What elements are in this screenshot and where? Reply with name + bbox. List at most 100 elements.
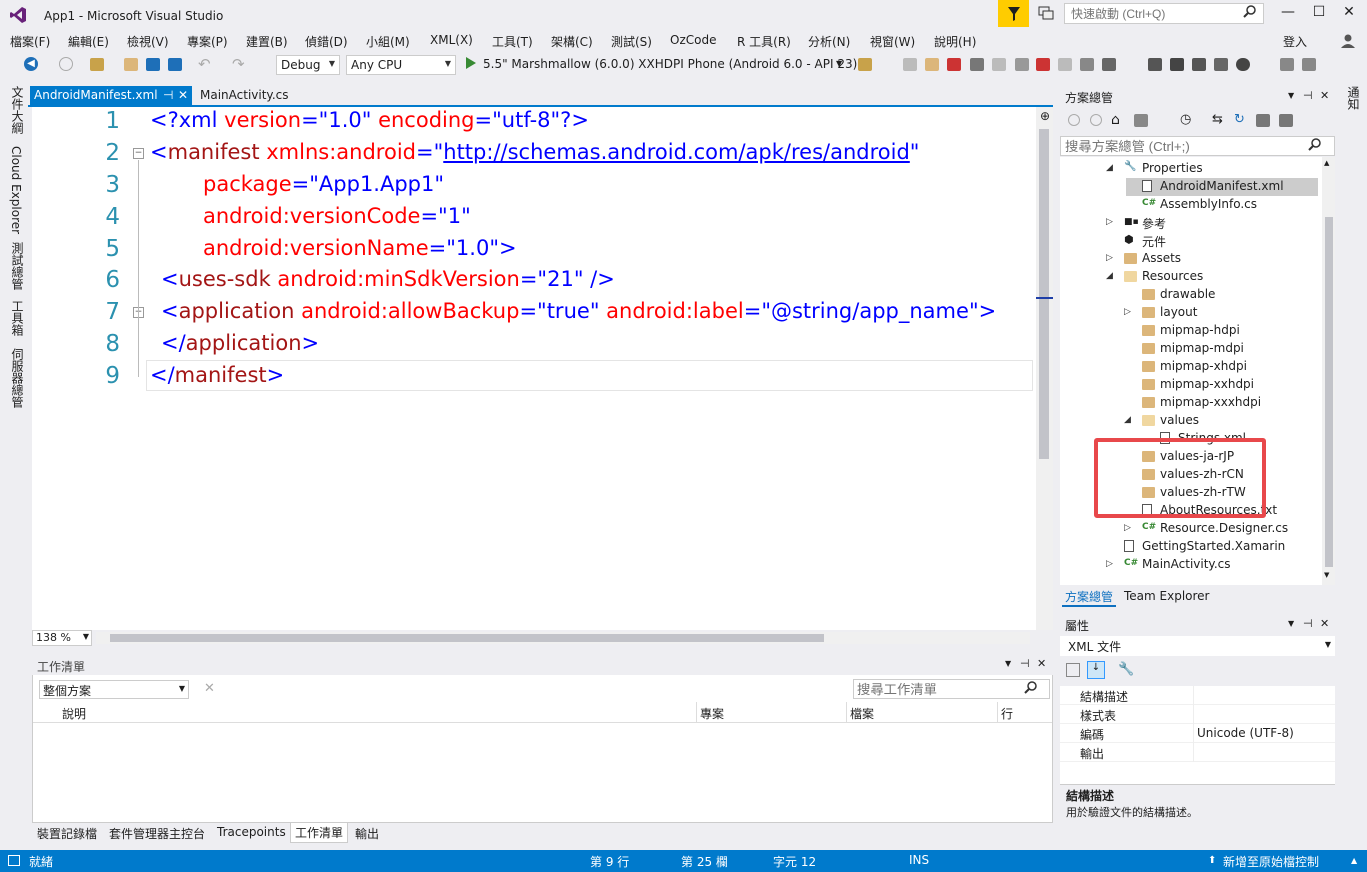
tree-node[interactable]: mipmap-xhdpi [1060,358,1318,376]
save-icon[interactable] [146,58,160,71]
menu-architecture[interactable]: 架構(C) [551,33,593,50]
menu-project[interactable]: 專案(P) [187,33,228,50]
menu-tools[interactable]: 工具(T) [492,33,533,50]
search-icon[interactable] [1024,681,1038,698]
arrow-up-icon[interactable]: ⬆ [1208,855,1216,866]
column-project[interactable]: 專案 [700,705,724,722]
menu-team[interactable]: 小組(M) [366,33,410,50]
menu-build[interactable]: 建置(B) [246,33,288,50]
menu-r-tools[interactable]: R 工具(R) [737,33,791,50]
column-description[interactable]: 說明 [62,705,86,722]
sdk-manager-icon[interactable] [970,58,984,71]
pin-icon[interactable]: ⊣ [1303,89,1313,102]
close-icon[interactable]: ✕ [178,88,188,102]
column-line[interactable]: 行 [1001,705,1013,722]
tree-node[interactable]: mipmap-xxhdpi [1060,376,1318,394]
layout-icon[interactable] [1058,58,1072,71]
menu-window[interactable]: 視窗(W) [870,33,915,50]
android-device-icon[interactable] [947,58,961,71]
run-target-button[interactable]: 5.5" Marshmallow (6.0.0) XXHDPI Phone (A… [483,57,857,71]
tree-node[interactable]: AndroidManifest.xml [1126,178,1318,196]
notification-flag-icon[interactable] [998,0,1029,27]
search-icon[interactable] [1243,5,1257,22]
task-search-input[interactable] [853,679,1050,699]
minimize-button[interactable]: — [1273,4,1303,24]
collapse-icon[interactable]: − [133,148,144,159]
tab-device-log[interactable]: 裝置記錄檔 [37,825,97,842]
collapse-arrow-icon[interactable]: ◢ [1106,163,1113,173]
zoom-select[interactable]: 138 % ▼ [32,630,92,646]
sync-view-icon[interactable] [1134,114,1148,127]
tree-node[interactable]: mipmap-xxxhdpi [1060,394,1318,412]
tab-tracepoints[interactable]: Tracepoints [217,825,286,839]
task-scope-select[interactable]: 整個方案 ▼ [39,680,189,699]
redo-icon[interactable]: ↷ [232,55,245,73]
tab-document-outline[interactable]: 文件大綱 [9,86,26,134]
tree-node[interactable]: drawable [1060,286,1318,304]
schema-link[interactable]: http://schemas.android.com/apk/res/andro… [443,140,910,164]
pin-icon[interactable]: ⊣ [163,88,173,102]
tree-node[interactable]: ▷ C# Resource.Designer.cs [1060,520,1318,538]
tree-node[interactable]: ▷ C# MainActivity.cs [1060,556,1318,574]
attach-icon[interactable] [1015,58,1029,71]
document-icon[interactable] [1280,58,1294,71]
menu-edit[interactable]: 編輯(E) [68,33,109,50]
expand-arrow-icon[interactable]: ▷ [1106,253,1113,263]
configuration-select[interactable]: Debug ▼ [276,55,340,75]
switch-views-icon[interactable]: ⇆ [1212,112,1223,127]
emulator-icon[interactable] [1036,58,1050,71]
globe-icon[interactable] [1236,58,1250,71]
save-all-icon[interactable] [168,58,182,71]
column-file[interactable]: 檔案 [850,705,874,722]
properties-object-select[interactable]: XML 文件 ▼ [1060,636,1335,656]
tree-node[interactable]: mipmap-mdpi [1060,340,1318,358]
platform-select[interactable]: Any CPU ▼ [346,55,456,75]
settings-icon[interactable] [1214,58,1228,71]
editor-vertical-scrollbar[interactable]: ⊕ [1036,107,1053,630]
tab-toolbox[interactable]: 工具箱 [9,300,26,336]
chevron-down-icon[interactable]: ▼ [1005,659,1011,668]
property-pages-icon[interactable]: 🔧 [1118,662,1134,677]
close-icon[interactable]: ✕ [1320,89,1329,102]
pages-icon[interactable] [1302,58,1316,71]
network-icon[interactable] [1080,58,1094,71]
tree-node[interactable]: ◢ 🔧 Properties [1060,160,1318,178]
close-icon[interactable]: ✕ [1320,617,1329,630]
menu-help[interactable]: 說明(H) [934,33,976,50]
forward-icon[interactable] [59,57,73,71]
tab-solution-explorer[interactable]: 方案總管 [1062,588,1117,607]
tab-cloud-explorer[interactable]: Cloud Explorer [9,146,23,234]
tab-output[interactable]: 輸出 [355,825,379,842]
alphabetical-icon[interactable]: ↓ [1087,661,1105,679]
collapse-all-icon[interactable] [1256,114,1270,127]
property-row[interactable]: 編碼 Unicode (UTF-8) [1060,724,1335,743]
solution-scrollbar[interactable]: ▲ ▼ [1322,157,1335,585]
chevron-down-icon[interactable]: ▼ [1288,619,1294,628]
refresh-icon[interactable]: ↻ [1234,112,1245,127]
expand-arrow-icon[interactable]: ▷ [1106,559,1113,569]
menu-ozcode[interactable]: OzCode [670,33,716,47]
tree-node[interactable]: ▷ ■▪ 參考 [1060,214,1318,232]
menu-debug[interactable]: 偵錯(D) [305,33,348,50]
close-icon[interactable]: ✕ [1037,657,1046,670]
tree-node[interactable]: ▷ Assets [1060,250,1318,268]
chevron-down-icon[interactable]: ▼ [836,59,842,68]
expand-arrow-icon[interactable]: ▷ [1124,523,1131,533]
show-all-files-icon[interactable] [1279,114,1293,127]
pending-changes-icon[interactable]: ◷ [1180,112,1191,127]
back-icon[interactable] [1068,114,1080,126]
tab-package-manager-console[interactable]: 套件管理器主控台 [109,825,205,842]
tab-notifications[interactable]: 通知 [1345,86,1362,110]
tree-node[interactable]: ◢ values [1060,412,1318,430]
file-icon[interactable] [1148,58,1162,71]
editor-horizontal-scrollbar[interactable] [96,632,1030,644]
menu-test[interactable]: 測試(S) [611,33,652,50]
undo-icon[interactable]: ↶ [198,55,211,73]
collapse-arrow-icon[interactable]: ◢ [1124,415,1131,425]
camera-icon[interactable] [992,58,1006,71]
tree-node[interactable]: ▷ layout [1060,304,1318,322]
back-icon[interactable]: ◀ [24,57,38,71]
tab-team-explorer[interactable]: Team Explorer [1124,589,1210,603]
format-icon[interactable] [1192,58,1206,71]
restore-button[interactable]: ☐ [1304,4,1334,24]
